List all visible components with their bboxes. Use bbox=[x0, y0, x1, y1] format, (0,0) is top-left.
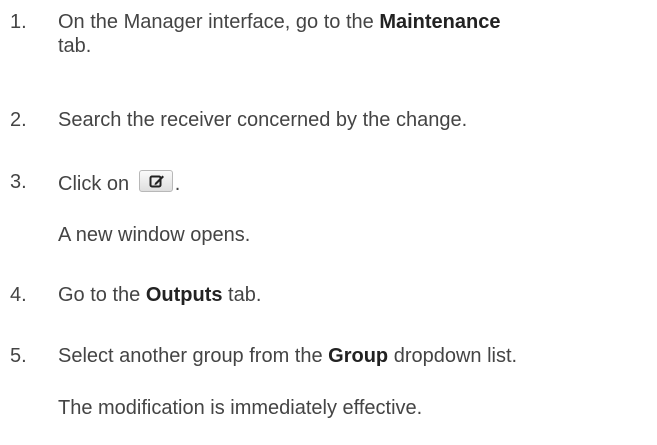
step-text-line2: tab. bbox=[58, 35, 92, 57]
step-text-pre: Click on bbox=[58, 173, 135, 195]
step-5-note: The modification is immediately effectiv… bbox=[58, 397, 423, 419]
step-number: 1. bbox=[10, 11, 27, 33]
step-number: 2. bbox=[10, 109, 27, 131]
step-text-post: tab. bbox=[222, 284, 262, 306]
step-text-post: dropdown list. bbox=[388, 345, 518, 367]
step-text-post: . bbox=[174, 173, 181, 195]
step-text-pre: On the Manager interface, go to the bbox=[58, 11, 380, 33]
step-text-pre: Go to the bbox=[58, 284, 146, 306]
step-number: 4. bbox=[10, 284, 27, 306]
step-text: On the Manager interface, go to the Main… bbox=[58, 10, 648, 58]
edit-button[interactable] bbox=[138, 170, 173, 192]
step-text-bold: Maintenance bbox=[379, 11, 501, 33]
step-text: Go to the Outputs tab. bbox=[58, 283, 648, 307]
step-text: Search the receiver concerned by the cha… bbox=[58, 109, 468, 131]
step-number: 5. bbox=[10, 345, 27, 367]
step-text: Click on . bbox=[58, 170, 648, 196]
edit-icon bbox=[149, 175, 164, 188]
step-number: 3. bbox=[10, 171, 27, 193]
step-text-bold: Group bbox=[328, 345, 389, 367]
step-text: Select another group from the Group drop… bbox=[58, 344, 648, 368]
step-text-pre: Select another group from the bbox=[58, 345, 329, 367]
step-3-note: A new window opens. bbox=[58, 224, 251, 246]
step-text-bold: Outputs bbox=[145, 284, 223, 306]
